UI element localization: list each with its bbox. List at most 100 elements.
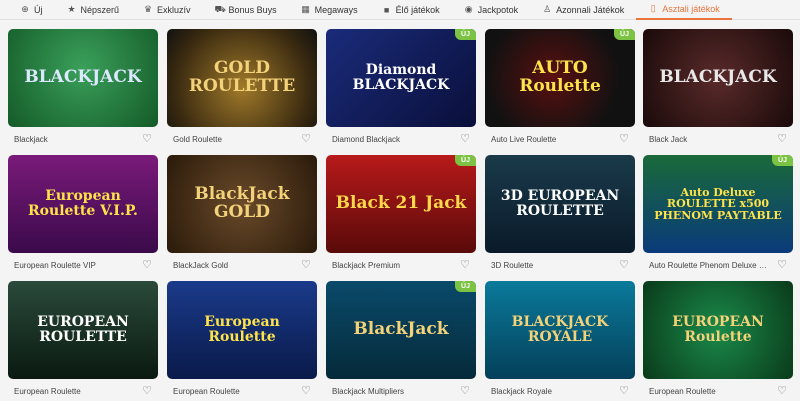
game-thumbnail[interactable]: BLACKJACK	[643, 29, 793, 127]
game-thumbnail[interactable]: BlackJack ÚJ	[326, 281, 476, 379]
game-title: European Roulette	[173, 387, 240, 396]
game-card[interactable]: BlackJack ÚJ Blackjack Multipliers ♡	[326, 281, 476, 401]
new-badge: ÚJ	[455, 155, 476, 166]
game-thumbnail[interactable]: Diamond BLACKJACK ÚJ	[326, 29, 476, 127]
game-card[interactable]: GOLD ROULETTE Gold Roulette ♡	[167, 29, 317, 149]
game-card[interactable]: BLACKJACK Blackjack ♡	[8, 29, 158, 149]
game-logo-art: Auto Deluxe ROULETTE x500 PHENOM PAYTABL…	[654, 185, 782, 222]
game-logo-art: Black 21 Jack	[335, 193, 467, 214]
game-thumbnail[interactable]: BlackJack GOLD	[167, 155, 317, 253]
game-card[interactable]: EUROPEAN ROULETTE European Roulette ♡	[8, 281, 158, 401]
tab-cards[interactable]: ▯ Asztali játékok	[636, 0, 732, 20]
cart-icon: ⛟	[214, 3, 226, 14]
heart-icon[interactable]: ♡	[619, 384, 629, 397]
new-badge: ÚJ	[772, 155, 793, 166]
game-logo-art: BLACKJACK ROYALE	[511, 314, 609, 345]
tab-label: Népszerű	[80, 4, 120, 15]
game-logo-art: BlackJack	[353, 319, 449, 340]
crown-icon: ♛	[143, 4, 153, 14]
tab-star[interactable]: ★ Népszerű	[55, 0, 132, 20]
tab-label: Új	[34, 4, 43, 15]
game-thumbnail[interactable]: Black 21 Jack ÚJ	[326, 155, 476, 253]
game-card[interactable]: BLACKJACK ROYALE Blackjack Royale ♡	[485, 281, 635, 401]
tab-cart[interactable]: ⛟ Bonus Buys	[203, 0, 289, 20]
game-thumbnail[interactable]: BLACKJACK ROYALE	[485, 281, 635, 379]
category-nav: ⊕ Új ★ Népszerű ♛ Exkluzív ⛟ Bonus Buys ▦ Megaway…	[0, 0, 800, 20]
heart-icon[interactable]: ♡	[777, 258, 787, 271]
tab-label: Élő játékok	[395, 4, 440, 15]
heart-icon[interactable]: ♡	[142, 384, 152, 397]
game-thumbnail[interactable]: 3D EUROPEAN ROULETTE	[485, 155, 635, 253]
game-title: Blackjack Multipliers	[332, 387, 405, 396]
heart-icon[interactable]: ♡	[142, 132, 152, 145]
heart-icon[interactable]: ♡	[460, 384, 470, 397]
tab-person[interactable]: ♙ Azonnali Játékok	[530, 0, 636, 20]
game-title: Diamond Blackjack	[332, 135, 401, 144]
game-card[interactable]: Auto Deluxe ROULETTE x500 PHENOM PAYTABL…	[643, 155, 793, 275]
game-title: Auto Roulette Phenom Deluxe Paytable	[649, 261, 767, 270]
game-card[interactable]: EUROPEAN Roulette European Roulette ♡	[643, 281, 793, 401]
camera-icon: ■	[383, 4, 390, 15]
cards-icon: ▯	[650, 3, 656, 13]
game-title: BlackJack Gold	[173, 261, 229, 270]
heart-icon[interactable]: ♡	[777, 132, 787, 145]
heart-icon[interactable]: ♡	[301, 258, 311, 271]
tab-label: Azonnali Játékok	[556, 4, 625, 15]
new-badge: ÚJ	[614, 29, 635, 40]
star-icon: ★	[67, 4, 76, 14]
game-title: Auto Live Roulette	[491, 135, 557, 144]
game-thumbnail[interactable]: BLACKJACK	[8, 29, 158, 127]
game-logo-art: EUROPEAN ROULETTE	[37, 314, 129, 345]
heart-icon[interactable]: ♡	[301, 132, 311, 145]
game-card[interactable]: Black 21 Jack ÚJ Blackjack Premium ♡	[326, 155, 476, 275]
tab-camera[interactable]: ■ Élő játékok	[370, 0, 452, 20]
tab-plus[interactable]: ⊕ Új	[8, 0, 55, 20]
tab-label: Exkluzív	[157, 4, 191, 15]
game-logo-art: European Roulette	[204, 314, 280, 345]
tab-coin[interactable]: ◉ Jackpotok	[452, 0, 531, 20]
coin-icon: ◉	[464, 4, 473, 14]
game-title: Blackjack	[14, 135, 48, 144]
tab-label: Asztali játékok	[662, 3, 720, 14]
game-thumbnail[interactable]: AUTO Roulette ÚJ	[485, 29, 635, 127]
heart-icon[interactable]: ♡	[301, 384, 311, 397]
game-logo-art: European Roulette V.I.P.	[28, 188, 138, 219]
game-title: European Roulette	[649, 387, 716, 396]
game-logo-art: 3D EUROPEAN ROULETTE	[500, 188, 620, 219]
game-card[interactable]: 3D EUROPEAN ROULETTE 3D Roulette ♡	[485, 155, 635, 275]
tab-crown[interactable]: ♛ Exkluzív	[131, 0, 203, 20]
game-logo-art: BLACKJACK	[659, 67, 777, 88]
heart-icon[interactable]: ♡	[142, 258, 152, 271]
game-logo-art: BlackJack GOLD	[194, 184, 290, 222]
game-thumbnail[interactable]: EUROPEAN ROULETTE	[8, 281, 158, 379]
game-thumbnail[interactable]: GOLD ROULETTE	[167, 29, 317, 127]
game-thumbnail[interactable]: Auto Deluxe ROULETTE x500 PHENOM PAYTABL…	[643, 155, 793, 253]
tab-grid[interactable]: ▦ Megaways	[289, 0, 370, 20]
game-thumbnail[interactable]: European Roulette V.I.P.	[8, 155, 158, 253]
heart-icon[interactable]: ♡	[460, 258, 470, 271]
game-title: Gold Roulette	[173, 135, 222, 144]
grid-icon: ▦	[301, 4, 310, 14]
game-thumbnail[interactable]: EUROPEAN Roulette	[643, 281, 793, 379]
game-card[interactable]: Diamond BLACKJACK ÚJ Diamond Blackjack ♡	[326, 29, 476, 149]
game-card[interactable]: BLACKJACK Black Jack ♡	[643, 29, 793, 149]
tab-label: Jackpotok	[477, 4, 519, 15]
game-logo-art: Diamond BLACKJACK	[352, 62, 450, 93]
game-title: 3D Roulette	[491, 261, 534, 270]
game-title: Black Jack	[649, 135, 688, 144]
game-card[interactable]: AUTO Roulette ÚJ Auto Live Roulette ♡	[485, 29, 635, 149]
plus-icon: ⊕	[21, 4, 29, 14]
heart-icon[interactable]: ♡	[777, 384, 787, 397]
game-logo-art: BLACKJACK	[24, 67, 142, 88]
game-logo-art: GOLD ROULETTE	[188, 58, 296, 96]
tab-label: Megaways	[314, 4, 358, 15]
game-logo-art: AUTO Roulette	[519, 58, 601, 96]
heart-icon[interactable]: ♡	[460, 132, 470, 145]
new-badge: ÚJ	[455, 29, 476, 40]
game-card[interactable]: European Roulette European Roulette ♡	[167, 281, 317, 401]
game-card[interactable]: European Roulette V.I.P. European Roulett…	[8, 155, 158, 275]
game-card[interactable]: BlackJack GOLD BlackJack Gold ♡	[167, 155, 317, 275]
game-thumbnail[interactable]: European Roulette	[167, 281, 317, 379]
heart-icon[interactable]: ♡	[619, 132, 629, 145]
heart-icon[interactable]: ♡	[619, 258, 629, 271]
